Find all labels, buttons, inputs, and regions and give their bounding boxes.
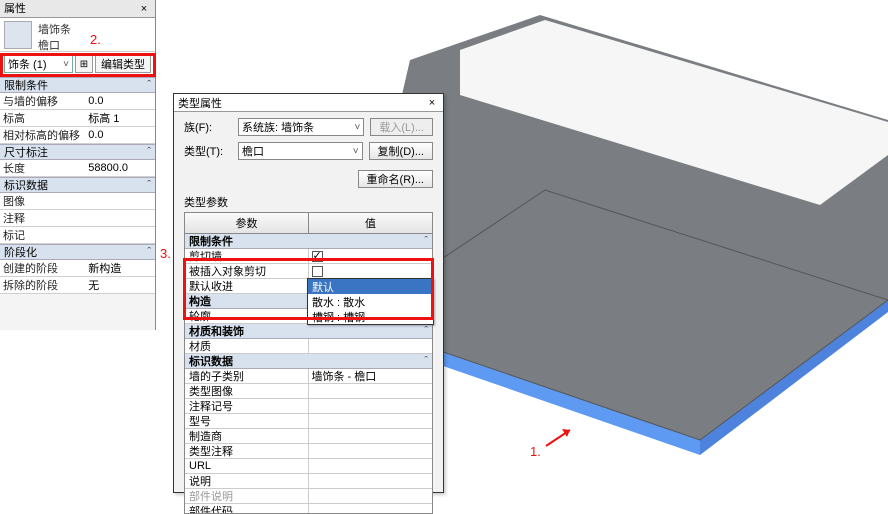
profile-dropdown[interactable]: 默认 散水 : 散水 槽钢 : 槽钢 <box>307 278 434 325</box>
param-row[interactable]: 被插入对象剪切 <box>185 264 432 279</box>
type-params-header: 参数 值 <box>184 212 433 234</box>
param-row[interactable]: 相对标高的偏移0.0 <box>0 127 155 144</box>
checkbox-icon[interactable] <box>312 266 323 277</box>
close-icon[interactable]: × <box>137 0 151 18</box>
type-params-label: 类型参数 <box>174 194 443 212</box>
annotation-2: 2. <box>90 32 101 47</box>
collapse-icon[interactable]: ˆ <box>147 179 151 191</box>
dropdown-option[interactable]: 默认 <box>308 279 433 294</box>
param-row[interactable]: 标记 <box>0 227 155 244</box>
param-row[interactable]: 注释 <box>0 210 155 227</box>
param-constraints: 与墙的偏移0.0 标高标高 1 相对标高的偏移0.0 <box>0 93 155 144</box>
param-row[interactable]: 剪切墙 <box>185 249 432 264</box>
param-row[interactable]: 拆除的阶段无 <box>0 277 155 294</box>
annotation-1: 1. <box>530 444 541 459</box>
section-constraints[interactable]: 限制条件ˆ <box>0 77 155 93</box>
type-thumb-icon <box>4 21 32 49</box>
param-row[interactable]: 类型注释 <box>185 444 432 459</box>
filter-icon[interactable]: ⊞ <box>75 55 93 73</box>
param-row[interactable]: 创建的阶段新构造 <box>0 260 155 277</box>
param-row[interactable]: 长度58800.0 <box>0 160 155 177</box>
collapse-icon[interactable]: ˆ <box>424 355 428 367</box>
rename-button[interactable]: 重命名(R)... <box>358 170 433 188</box>
param-row[interactable]: 标高标高 1 <box>0 110 155 127</box>
duplicate-button[interactable]: 复制(D)... <box>369 142 433 160</box>
edit-type-button[interactable]: 编辑类型 <box>95 55 151 73</box>
instance-filter-row: 饰条 (1) ⊞ 编辑类型 <box>0 52 155 77</box>
type-label: 类型(T): <box>184 143 232 159</box>
family-select[interactable]: 系统族: 墙饰条 <box>238 118 364 136</box>
param-row[interactable]: 部件说明 <box>185 489 432 504</box>
annotation-3: 3. <box>160 246 171 261</box>
type-selector-head[interactable]: 墙饰条 檐口 <box>0 18 155 52</box>
properties-palette: 属性 × 墙饰条 檐口 饰条 (1) ⊞ 编辑类型 限制条件ˆ 与墙的偏移0.0… <box>0 0 156 330</box>
dialog-titlebar[interactable]: 类型属性 × <box>174 94 443 112</box>
collapse-icon[interactable]: ˆ <box>424 235 428 247</box>
type-params-grid[interactable]: 限制条件ˆ 剪切墙 被插入对象剪切 默认收进0.0 构造ˆ 轮廓默认 材质和装饰… <box>184 234 433 514</box>
section-identity[interactable]: 标识数据ˆ <box>0 177 155 193</box>
param-row[interactable]: 与墙的偏移0.0 <box>0 93 155 110</box>
param-row[interactable]: 部件代码 <box>185 504 432 514</box>
dropdown-option[interactable]: 槽钢 : 槽钢 <box>308 309 433 324</box>
checkbox-icon[interactable] <box>312 251 323 262</box>
collapse-icon[interactable]: ˆ <box>147 246 151 258</box>
instance-filter-combo[interactable]: 饰条 (1) <box>4 55 73 73</box>
param-row[interactable]: URL <box>185 459 432 474</box>
section-dimension[interactable]: 尺寸标注ˆ <box>0 144 155 160</box>
param-phasing: 创建的阶段新构造 拆除的阶段无 <box>0 260 155 294</box>
param-row[interactable]: 图像 <box>0 193 155 210</box>
param-row[interactable]: 型号 <box>185 414 432 429</box>
param-row[interactable]: 注释记号 <box>185 399 432 414</box>
group-material[interactable]: 材质和装饰ˆ <box>185 324 432 339</box>
group-identity[interactable]: 标识数据ˆ <box>185 354 432 369</box>
dropdown-option[interactable]: 散水 : 散水 <box>308 294 433 309</box>
param-row[interactable]: 墙的子类别墙饰条 - 檐口 <box>185 369 432 384</box>
param-row[interactable]: 制造商 <box>185 429 432 444</box>
family-label: 族(F): <box>184 119 232 135</box>
group-constraints[interactable]: 限制条件ˆ <box>185 234 432 249</box>
param-dimension: 长度58800.0 <box>0 160 155 177</box>
col-value: 值 <box>309 213 432 233</box>
palette-title: 属性 <box>4 0 26 18</box>
collapse-icon[interactable]: ˆ <box>147 146 151 158</box>
collapse-icon[interactable]: ˆ <box>147 79 151 91</box>
palette-titlebar[interactable]: 属性 × <box>0 0 155 18</box>
param-row[interactable]: 类型图像 <box>185 384 432 399</box>
param-row[interactable]: 说明 <box>185 474 432 489</box>
param-row[interactable]: 材质 <box>185 339 432 354</box>
param-identity: 图像 注释 标记 <box>0 193 155 244</box>
close-icon[interactable]: × <box>425 97 439 109</box>
col-param: 参数 <box>185 213 309 233</box>
load-button: 载入(L)... <box>370 118 433 136</box>
collapse-icon[interactable]: ˆ <box>424 325 428 337</box>
type-select[interactable]: 檐口 <box>238 142 363 160</box>
section-phasing[interactable]: 阶段化ˆ <box>0 244 155 260</box>
dialog-title: 类型属性 <box>178 95 222 111</box>
